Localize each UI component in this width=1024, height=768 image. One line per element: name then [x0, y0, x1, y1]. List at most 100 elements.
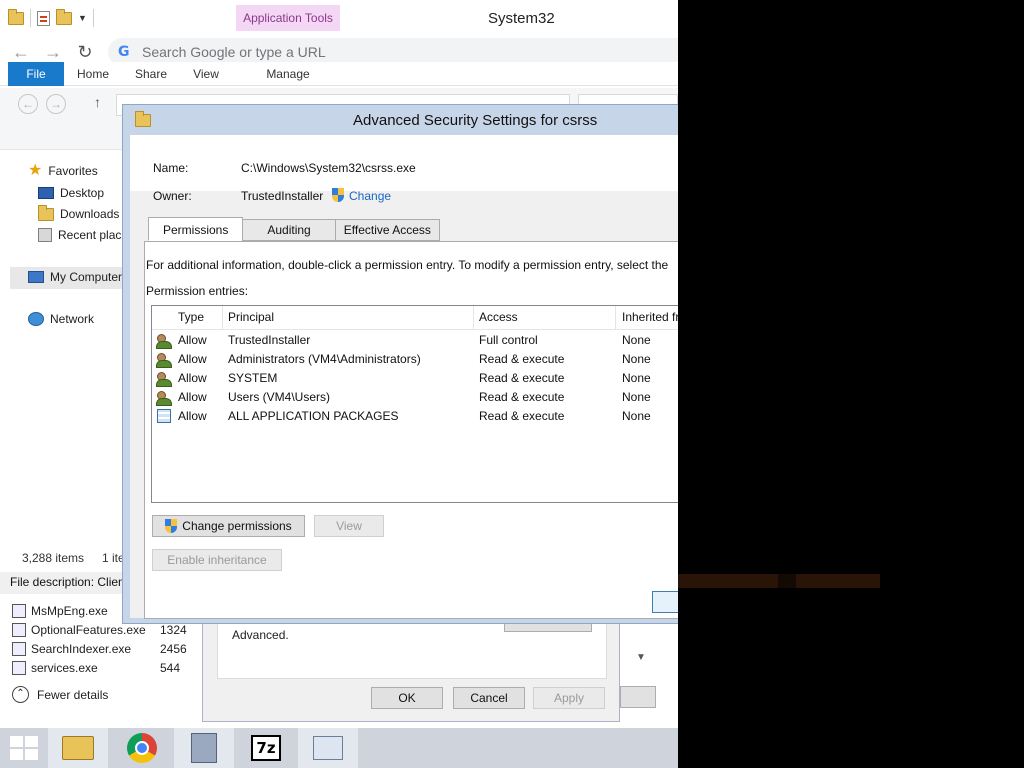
7zip-icon: 7z — [251, 735, 281, 761]
tab-share[interactable]: Share — [128, 62, 174, 86]
scroll-down-icon[interactable]: ▼ — [636, 652, 646, 663]
list-item[interactable]: SearchIndexer.exe 2456 — [12, 639, 200, 658]
table-row[interactable]: Allow Users (VM4\Users) Read & execute N… — [152, 388, 678, 407]
user-group-icon — [156, 352, 172, 368]
advanced-description: Advanced. — [232, 628, 289, 642]
nav-item-recent-places[interactable]: Recent plac — [38, 228, 121, 242]
apply-button[interactable]: Apply — [533, 687, 605, 709]
windows-logo-icon — [10, 736, 38, 760]
app-package-icon — [157, 409, 171, 423]
google-icon: G — [118, 44, 130, 60]
setup-icon — [191, 733, 217, 763]
uac-shield-icon — [332, 188, 345, 203]
reload-icon[interactable]: ↻ — [74, 42, 96, 64]
forward-arrow-icon[interactable]: → — [42, 42, 64, 64]
forward-circle-icon[interactable]: → — [46, 94, 66, 114]
column-inherited-from[interactable]: Inherited fr — [622, 310, 678, 324]
start-button[interactable] — [0, 728, 48, 768]
name-value: C:\Windows\System32\csrss.exe — [241, 161, 416, 175]
ribbon-tabs: File Home Share View Manage — [0, 62, 678, 86]
user-group-icon — [156, 333, 172, 349]
dialog-title: Advanced Security Settings for csrss — [353, 112, 598, 129]
back-arrow-icon[interactable]: ← — [10, 42, 32, 64]
star-icon: ★ — [28, 162, 43, 179]
process-icon — [12, 660, 26, 675]
quick-access-toolbar: ▼ — [8, 8, 94, 28]
taskbar-item-7zip[interactable]: 7z — [236, 728, 296, 768]
permission-entries-table: Type Principal Access Inherited fr Allow… — [151, 305, 678, 503]
process-icon — [12, 641, 26, 656]
advanced-security-dialog: Advanced Security Settings for csrss Nam… — [122, 104, 678, 624]
desktop-screen: ▼ Application Tools System32 ← → ↻ G Fil… — [0, 0, 678, 768]
change-owner-link[interactable]: Change — [332, 188, 391, 203]
task-manager-pane — [620, 620, 658, 728]
nav-item-my-computer[interactable]: My Computer — [28, 270, 122, 284]
toolbar-divider — [92, 9, 94, 27]
end-task-button[interactable] — [620, 686, 656, 708]
tab-home[interactable]: Home — [72, 62, 114, 86]
change-permissions-button[interactable]: Change permissions — [152, 515, 305, 537]
new-folder-icon[interactable] — [56, 8, 72, 25]
taskbar-item-performance-monitor[interactable] — [298, 728, 358, 768]
customize-toolbar-dropdown-icon[interactable]: ▼ — [78, 13, 87, 23]
tab-auditing[interactable]: Auditing — [242, 219, 336, 241]
nav-item-network[interactable]: Network — [28, 312, 94, 326]
taskbar-item-file-explorer[interactable] — [48, 728, 108, 768]
table-header: Type Principal Access Inherited fr — [152, 306, 678, 330]
computer-icon — [28, 271, 44, 283]
nav-item-desktop[interactable]: Desktop — [38, 186, 104, 200]
dialog-body: Name: C:\Windows\System32\csrss.exe Owne… — [130, 135, 678, 619]
table-row[interactable]: Allow SYSTEM Read & execute None — [152, 369, 678, 388]
desktop-icon — [38, 187, 54, 199]
back-circle-icon[interactable]: ← — [18, 94, 38, 114]
taskbar-item-chrome[interactable] — [112, 728, 172, 768]
fewer-details-button[interactable]: ⌃ Fewer details — [12, 686, 108, 703]
application-tools-tab[interactable]: Application Tools — [236, 5, 340, 31]
downloads-folder-icon — [38, 204, 54, 221]
table-row[interactable]: Allow Administrators (VM4\Administrators… — [152, 350, 678, 369]
column-divider[interactable] — [473, 306, 474, 330]
item-count: 3,288 items — [22, 551, 85, 565]
search-input[interactable] — [142, 42, 662, 62]
recent-places-icon — [38, 228, 52, 242]
column-divider[interactable] — [222, 306, 223, 330]
tab-view[interactable]: View — [186, 62, 226, 86]
nav-item-downloads[interactable]: Downloads — [38, 204, 119, 221]
nav-item-favorites[interactable]: ★ Favorites — [28, 163, 98, 179]
folder-icon — [135, 111, 151, 127]
tab-effective-access[interactable]: Effective Access — [334, 219, 440, 241]
enable-inheritance-button[interactable]: Enable inheritance — [152, 549, 282, 571]
view-button[interactable]: View — [314, 515, 384, 537]
dialog-titlebar: Advanced Security Settings for csrss — [123, 105, 678, 135]
table-row[interactable]: Allow TrustedInstaller Full control None — [152, 331, 678, 350]
column-principal[interactable]: Principal — [228, 310, 274, 324]
properties-panel: Advanced. — [217, 623, 607, 679]
file-description: File description: Clien — [0, 572, 122, 594]
folder-icon[interactable] — [8, 8, 24, 25]
properties-icon[interactable] — [37, 10, 50, 26]
tab-manage[interactable]: Manage — [256, 62, 320, 86]
ok-button-partial[interactable] — [652, 591, 678, 613]
toolbar-divider — [30, 9, 31, 27]
advanced-button[interactable] — [504, 624, 592, 632]
taskbar-item-setup[interactable] — [174, 728, 234, 768]
tab-file[interactable]: File — [8, 62, 64, 86]
permission-entries-label: Permission entries: — [146, 284, 249, 298]
tab-permissions[interactable]: Permissions — [148, 217, 244, 241]
column-type[interactable]: Type — [178, 310, 204, 324]
info-text: For additional information, double-click… — [146, 258, 669, 272]
explorer-titlebar: ▼ Application Tools System32 — [0, 0, 678, 36]
taskbar: 7z — [0, 728, 678, 768]
status-bar: 3,288 items 1 ite — [0, 548, 125, 568]
list-item[interactable]: services.exe 544 — [12, 658, 200, 676]
table-row[interactable]: Allow ALL APPLICATION PACKAGES Read & ex… — [152, 407, 678, 426]
up-arrow-icon[interactable]: ↑ — [94, 94, 101, 110]
column-divider[interactable] — [615, 306, 616, 330]
cancel-button[interactable]: Cancel — [453, 687, 525, 709]
column-access[interactable]: Access — [479, 310, 518, 324]
window-title: System32 — [488, 10, 555, 27]
user-group-icon — [156, 371, 172, 387]
dialog-tabs: Permissions Auditing Effective Access — [148, 217, 440, 241]
ok-button[interactable]: OK — [371, 687, 443, 709]
collapse-chevron-icon: ⌃ — [12, 686, 29, 703]
